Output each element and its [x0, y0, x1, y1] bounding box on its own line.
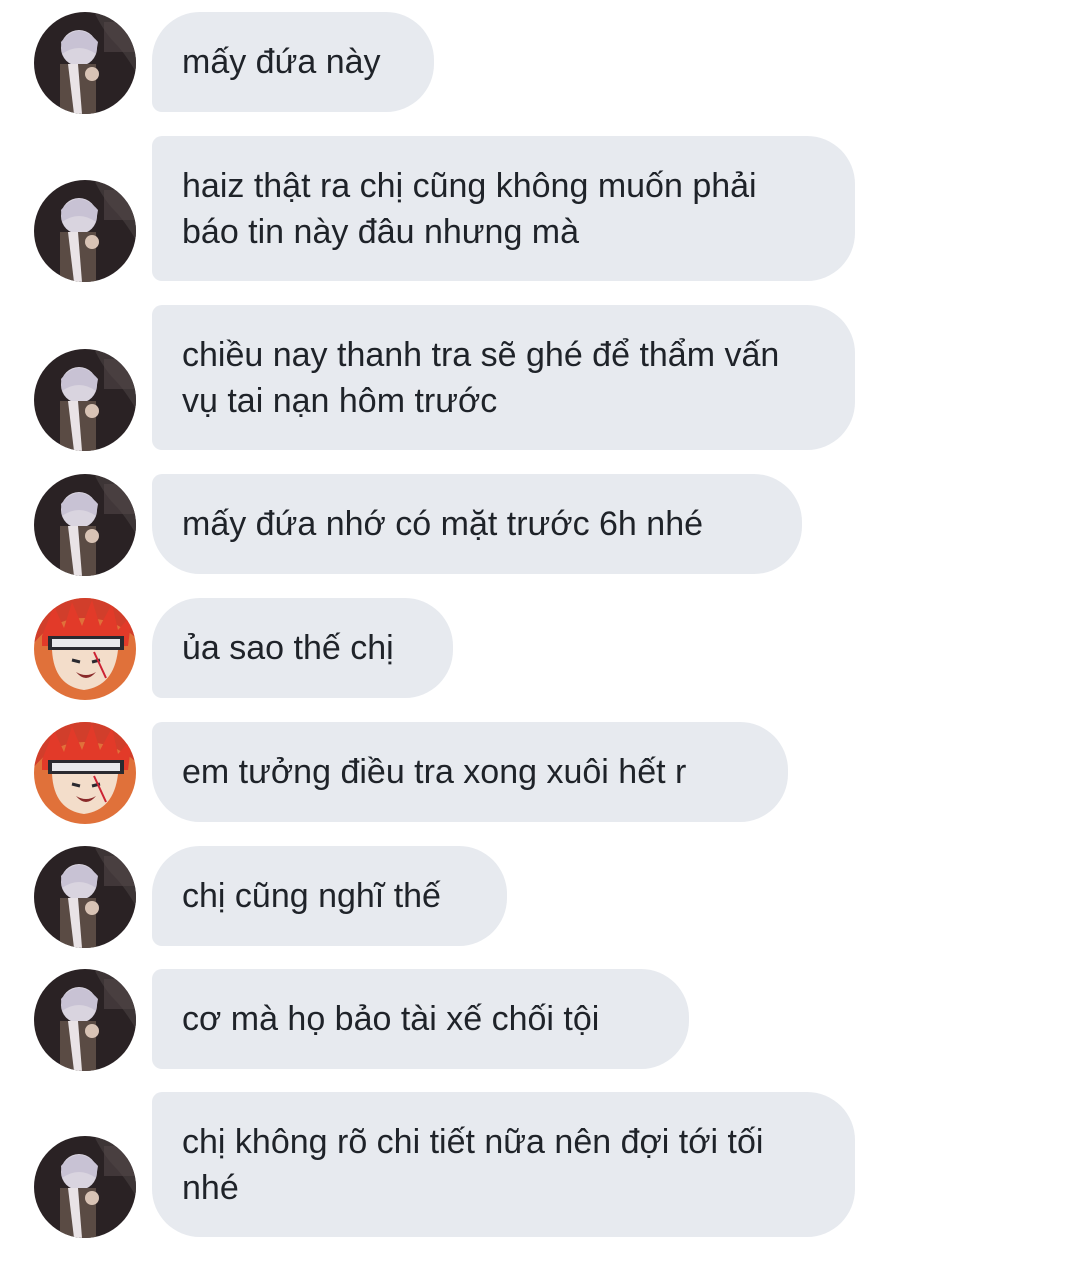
message-row: mấy đứa này: [0, 12, 1080, 114]
message-bubble[interactable]: ủa sao thế chị: [152, 598, 453, 698]
avatar-silver-hair-icon: [34, 349, 136, 451]
message-bubble[interactable]: haiz thật ra chị cũng không muốn phải bá…: [152, 136, 855, 281]
message-text: ủa sao thế chị: [182, 629, 394, 667]
message-text: mấy đứa này: [182, 43, 381, 81]
sender-avatar[interactable]: [34, 1136, 136, 1238]
message-text: mấy đứa nhớ có mặt trước 6h nhé: [182, 505, 704, 543]
avatar-silver-hair-icon: [34, 846, 136, 948]
sender-avatar[interactable]: [34, 846, 136, 948]
avatar-red-hair-icon: [34, 722, 136, 824]
avatar-silver-hair-icon: [34, 969, 136, 1071]
avatar-red-hair-icon: [34, 598, 136, 700]
sender-avatar[interactable]: [34, 180, 136, 282]
avatar-silver-hair-icon: [34, 474, 136, 576]
avatar-silver-hair-icon: [34, 12, 136, 114]
sender-avatar[interactable]: [34, 969, 136, 1071]
message-text: chị cũng nghĩ thế: [182, 877, 441, 915]
message-bubble[interactable]: mấy đứa này: [152, 12, 434, 112]
message-text: haiz thật ra chị cũng không muốn phải bá…: [182, 166, 767, 251]
message-bubble[interactable]: em tưởng điều tra xong xuôi hết r: [152, 722, 788, 822]
avatar-silver-hair-icon: [34, 180, 136, 282]
message-bubble[interactable]: cơ mà họ bảo tài xế chối tội: [152, 969, 689, 1069]
sender-avatar[interactable]: [34, 349, 136, 451]
message-row: chị không rõ chi tiết nữa nên đợi tới tố…: [0, 1092, 1080, 1238]
message-row: chiều nay thanh tra sẽ ghé để thẩm vấn v…: [0, 305, 1080, 451]
message-text: chiều nay thanh tra sẽ ghé để thẩm vấn v…: [182, 335, 789, 420]
message-bubble[interactable]: chiều nay thanh tra sẽ ghé để thẩm vấn v…: [152, 305, 855, 450]
message-text: cơ mà họ bảo tài xế chối tội: [182, 1000, 600, 1038]
sender-avatar[interactable]: [34, 598, 136, 700]
sender-avatar[interactable]: [34, 722, 136, 824]
message-row: em tưởng điều tra xong xuôi hết r: [0, 722, 1080, 824]
message-text: em tưởng điều tra xong xuôi hết r: [182, 753, 687, 791]
message-bubble[interactable]: chị cũng nghĩ thế: [152, 846, 507, 946]
message-row: cơ mà họ bảo tài xế chối tội: [0, 969, 1080, 1071]
sender-avatar[interactable]: [34, 12, 136, 114]
message-bubble[interactable]: chị không rõ chi tiết nữa nên đợi tới tố…: [152, 1092, 855, 1237]
message-bubble[interactable]: mấy đứa nhớ có mặt trước 6h nhé: [152, 474, 802, 574]
message-text: chị không rõ chi tiết nữa nên đợi tới tố…: [182, 1122, 773, 1207]
message-row: ủa sao thế chị: [0, 598, 1080, 700]
message-row: haiz thật ra chị cũng không muốn phải bá…: [0, 136, 1080, 282]
sender-avatar[interactable]: [34, 474, 136, 576]
message-row: mấy đứa nhớ có mặt trước 6h nhé: [0, 474, 1080, 576]
avatar-silver-hair-icon: [34, 1136, 136, 1238]
message-row: chị cũng nghĩ thế: [0, 846, 1080, 948]
